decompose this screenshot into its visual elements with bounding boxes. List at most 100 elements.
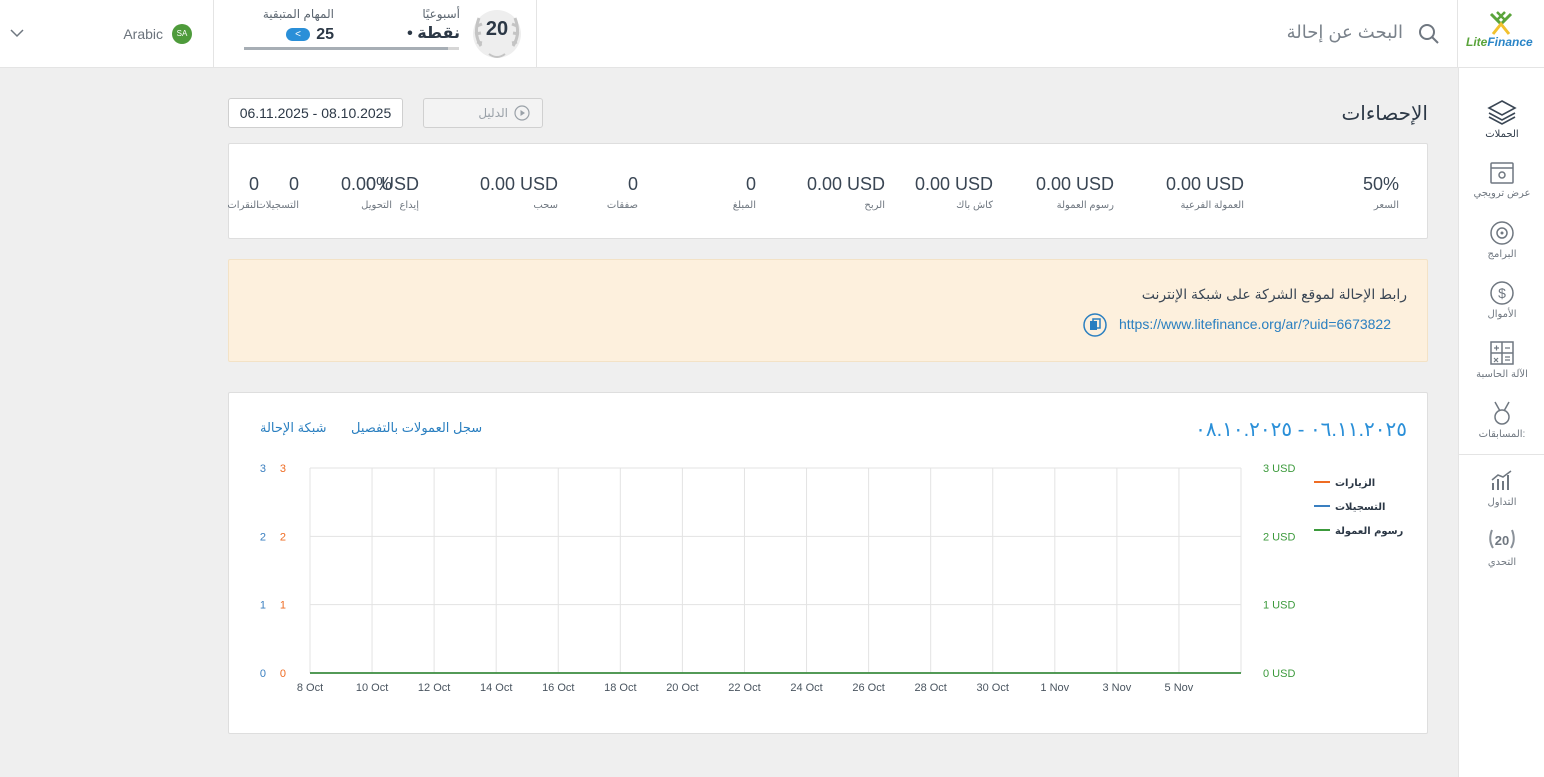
x-tick-label: 8 Oct: [297, 682, 323, 694]
x-tick-label: 24 Oct: [790, 682, 822, 694]
stat-value: 0.00 USD: [1035, 174, 1114, 194]
stat-label: رسوم العمولة: [1056, 200, 1114, 211]
stats-panel: 0 النقرات 0 التسجيلات 0% التحويل 0.00 USD إيداع…: [227, 143, 1428, 239]
x-tick-label: 1 Nov: [1040, 682, 1069, 694]
promo-icon: [1490, 162, 1514, 184]
stat-label: سحب: [533, 200, 558, 211]
play-circle-icon: [514, 105, 530, 121]
weekly-label: أسبوعيًا: [422, 7, 460, 21]
stat-item: 0 صفقات: [607, 174, 638, 211]
stat-item: 0.00 USD سحب: [480, 174, 558, 211]
statistics-line-chart: 3 3 3 USD 2 2 2 USD 1 1 1 USD 0 0 0 USD 8 Oct 10 Oct 1…: [260, 463, 1404, 694]
x-tick-label: 22 Oct: [728, 682, 760, 694]
sidebar-item-label: التحدي: [1487, 557, 1517, 568]
y-tick-label-registrations: 2: [260, 531, 266, 543]
remaining-tasks-label: المهام المتبقية: [262, 7, 334, 21]
x-tick-label: 14 Oct: [480, 682, 512, 694]
stat-item: 0.00 USD الربح: [807, 174, 885, 211]
sidebar-item-challenge[interactable]: 20 التحدي: [1459, 526, 1544, 568]
stat-label: صفقات: [606, 200, 638, 211]
referral-search[interactable]: البحث عن إحالة: [1287, 20, 1443, 48]
x-tick-label: 28 Oct: [914, 682, 946, 694]
layers-icon: [1487, 100, 1517, 125]
y-tick-label-commission: 0 USD: [1263, 668, 1295, 680]
referral-url[interactable]: https://www.litefinance.org/ar/?uid=6673…: [1119, 316, 1391, 332]
x-tick-label: 10 Oct: [356, 682, 388, 694]
chart-icon: [1491, 470, 1512, 490]
referral-link-panel: رابط الإحالة لموقع الشركة على شبكة الإنت…: [228, 259, 1428, 362]
page-title: الإحصاءات: [1341, 103, 1428, 125]
x-tick-label: 12 Oct: [418, 682, 450, 694]
header-divider: [536, 0, 537, 68]
sidebar-item-label: التداول: [1487, 497, 1517, 508]
stat-label: العمولة الفرعية: [1180, 200, 1244, 211]
svg-text:$: $: [1498, 285, 1506, 301]
stat-item: 0.00 USD العمولة الفرعية: [1166, 174, 1244, 211]
stat-label: المبلغ: [732, 200, 756, 211]
sidebar-item-promo[interactable]: عرض ترويجي: [1459, 161, 1544, 199]
stat-item: 0 المبلغ: [733, 174, 756, 211]
legend-label: الزيارات: [1335, 478, 1375, 489]
stat-value: 0: [288, 174, 299, 194]
stat-item: 0.00 USD رسوم العمولة: [1036, 174, 1114, 211]
dollar-icon: $: [1490, 281, 1514, 305]
sidebar-item-programs[interactable]: البرامج: [1459, 220, 1544, 260]
sidebar-item-campaigns[interactable]: الحملات: [1459, 98, 1544, 140]
stat-item: 0.00 USD كاش باك: [915, 174, 993, 211]
target-icon: [1490, 221, 1514, 245]
stat-value: 0.00 USD: [1165, 174, 1244, 194]
stat-label: النقرات: [227, 200, 259, 211]
guide-label: الدليل: [478, 106, 508, 120]
sidebar-item-label: الأموال: [1487, 309, 1517, 320]
litefinance-logo[interactable]: [1459, 8, 1543, 60]
x-tick-label: 26 Oct: [852, 682, 884, 694]
stat-value: 0.00 USD: [914, 174, 993, 194]
y-tick-label-visits: 2: [280, 531, 286, 543]
tasks-progress-bar: [244, 47, 459, 50]
stat-label: إيداع: [399, 200, 419, 211]
header-divider: [213, 0, 214, 68]
stat-item: 50% السعر: [1363, 174, 1399, 211]
tasks-prev-button[interactable]: <: [286, 28, 310, 41]
sidebar-item-contests[interactable]: المسابقات:: [1459, 400, 1544, 440]
search-icon: [1419, 24, 1439, 44]
sidebar-item-calculator[interactable]: الآلة الحاسبة: [1459, 340, 1544, 380]
guide-button[interactable]: الدليل: [423, 98, 543, 128]
stat-value: 0: [745, 174, 756, 194]
x-tick-label: 20 Oct: [666, 682, 698, 694]
medal-icon: [1494, 401, 1510, 425]
saudi-flag-icon: SA: [172, 24, 192, 44]
svg-text:20: 20: [1495, 533, 1509, 548]
legend-label: رسوم العمولة: [1335, 526, 1404, 537]
header-divider: [1457, 0, 1458, 68]
search-placeholder: البحث عن إحالة: [1286, 22, 1403, 42]
challenge-20-icon: 20: [1489, 529, 1515, 549]
y-tick-label-commission: 1 USD: [1263, 600, 1295, 612]
sidebar-item-funds[interactable]: $ الأموال: [1459, 280, 1544, 320]
logo-text: LiteFinance: [1466, 35, 1533, 49]
sidebar-item-label: الآلة الحاسبة: [1476, 369, 1528, 380]
stat-label: السعر: [1373, 200, 1399, 211]
legend-label: التسجيلات: [1335, 502, 1385, 513]
language-selector[interactable]: SA Arabic: [100, 24, 195, 44]
y-tick-label-commission: 3 USD: [1263, 463, 1295, 475]
y-tick-label-registrations: 1: [260, 600, 266, 612]
stat-item: 0 التسجيلات: [256, 174, 299, 211]
stat-label: كاش باك: [956, 200, 993, 211]
sidebar-item-label: المسابقات:: [1478, 429, 1526, 440]
stat-label: الربح: [864, 200, 885, 211]
stat-value: 0.00 USD: [806, 174, 885, 194]
y-tick-label-visits: 0: [280, 668, 286, 680]
stat-value: 0.00 USD: [340, 174, 419, 194]
language-label: Arabic: [123, 26, 163, 42]
y-tick-label-commission: 2 USD: [1263, 531, 1295, 543]
chevron-down-icon[interactable]: [8, 24, 26, 42]
stat-value: 0.00 USD: [479, 174, 558, 194]
date-range-picker[interactable]: 06.11.2025 - 08.10.2025: [228, 98, 403, 128]
sidebar-divider: [1459, 454, 1544, 455]
sidebar-item-trading[interactable]: التداول: [1459, 468, 1544, 508]
y-tick-label-registrations: 3: [260, 463, 266, 475]
challenge-number: 20: [485, 18, 509, 40]
tasks-progress-fill: [244, 47, 449, 50]
copy-icon[interactable]: [1083, 313, 1107, 337]
